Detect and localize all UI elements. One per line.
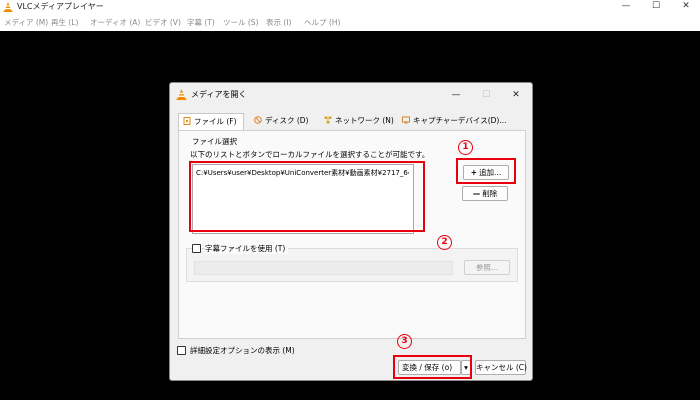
tab-disc[interactable]: ディスク (D) (250, 113, 318, 130)
dialog-titlebar: メディアを開く — ☐ ✕ (170, 83, 532, 107)
use-subtitle-checkbox[interactable] (192, 244, 201, 253)
dialog-minimize-button[interactable]: — (446, 87, 466, 103)
minimize-button[interactable]: — (612, 0, 640, 14)
annotation-marker-3: 3 (397, 334, 412, 349)
menu-media[interactable]: メディア (M) (4, 17, 48, 28)
network-icon (324, 116, 332, 124)
dialog-close-button[interactable]: ✕ (506, 87, 526, 103)
app-title: VLCメディアプレイヤー (17, 2, 104, 11)
close-button[interactable]: ✕ (672, 0, 700, 14)
annotation-box-file-list (189, 161, 425, 232)
annotation-marker-1: 1 (458, 140, 473, 155)
menu-help[interactable]: ヘルプ (H) (304, 17, 340, 28)
disc-icon (254, 116, 262, 124)
tab-file-label: ファイル (F) (194, 117, 237, 126)
show-advanced-options-checkbox[interactable] (177, 346, 186, 355)
tab-network[interactable]: ネットワーク (N) (320, 113, 402, 130)
menu-tools[interactable]: ツール (S) (223, 17, 259, 28)
subtitle-path-field (194, 261, 453, 275)
maximize-button[interactable]: ☐ (642, 0, 670, 14)
annotation-box-add-button (456, 158, 516, 184)
use-subtitle-label: 字幕ファイルを使用 (T) (205, 244, 289, 254)
cancel-button[interactable]: キャンセル (C) (475, 360, 527, 375)
menu-playback[interactable]: 再生 (L) (51, 17, 78, 28)
tab-network-label: ネットワーク (N) (335, 116, 394, 125)
file-selection-description: 以下のリストとボタンでローカルファイルを選択することが可能です。 (190, 150, 430, 159)
vlc-cone-icon (176, 89, 187, 100)
remove-file-button[interactable]: — 削除 (462, 186, 508, 201)
menubar: メディア (M) 再生 (L) オーディオ (A) ビデオ (V) 字幕 (T)… (0, 14, 700, 31)
file-selection-group-label: ファイル選択 (192, 137, 237, 146)
show-advanced-options-label: 詳細設定オプションの表示 (M) (190, 346, 295, 355)
tab-capture-device-label: キャプチャーデバイス(D)... (413, 116, 507, 125)
browse-subtitle-button: 参照... (464, 260, 510, 275)
app-titlebar: VLCメディアプレイヤー — ☐ ✕ (0, 0, 700, 14)
minus-icon: — (472, 189, 481, 198)
tab-file[interactable]: ファイル (F) (178, 113, 244, 130)
file-icon (183, 117, 191, 125)
annotation-box-convert-button (393, 355, 472, 379)
tab-disc-label: ディスク (D) (265, 116, 309, 125)
menu-video[interactable]: ビデオ (V) (145, 17, 181, 28)
menu-subtitle[interactable]: 字幕 (T) (187, 17, 215, 28)
dialog-title: メディアを開く (191, 90, 247, 99)
capture-device-icon (402, 116, 410, 124)
remove-file-button-label: 削除 (482, 189, 498, 198)
annotation-marker-2: 2 (437, 235, 452, 250)
menu-audio[interactable]: オーディオ (A) (90, 17, 140, 28)
dialog-maximize-button: ☐ (481, 90, 491, 100)
tab-capture-device[interactable]: キャプチャーデバイス(D)... (398, 113, 508, 130)
vlc-cone-icon (3, 2, 13, 12)
menu-view[interactable]: 表示 (I) (266, 17, 291, 28)
